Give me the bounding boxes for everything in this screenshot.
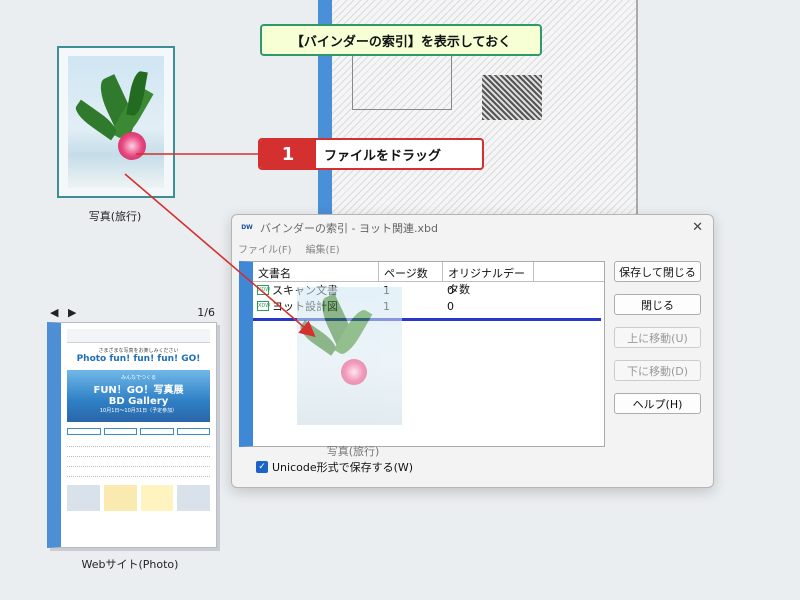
drag-arrow	[124, 173, 316, 338]
desktop: 写真(旅行) 【バインダーの索引】を表示しておく 1 ファイルをドラッグ ◀ ▶…	[0, 0, 800, 600]
drag-arrow-overlay	[124, 153, 316, 338]
